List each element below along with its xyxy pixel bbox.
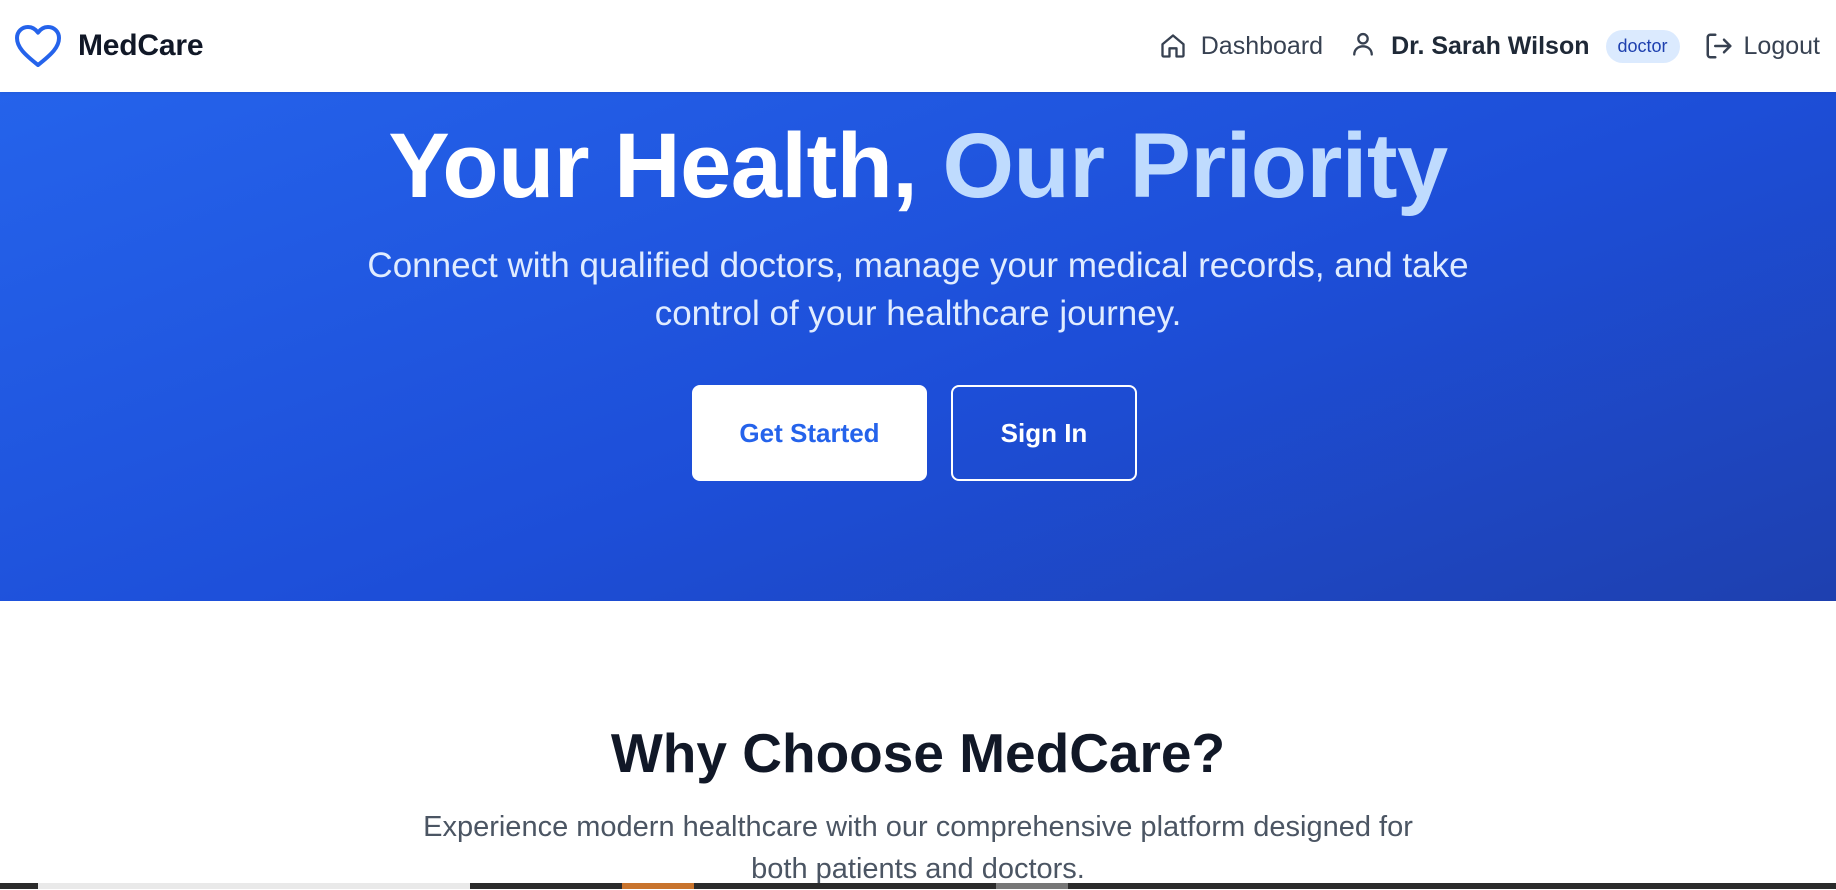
logout-label: Logout (1743, 31, 1820, 60)
nav-menu: Dashboard Dr. Sarah Wilson doctor Logout (1159, 29, 1820, 63)
taskbar-segment (996, 883, 1068, 889)
hero-section: Your Health, Our Priority Connect with q… (0, 92, 1836, 601)
get-started-button[interactable]: Get Started (692, 385, 927, 481)
role-badge: doctor (1605, 29, 1680, 63)
taskbar-edge (0, 883, 1836, 889)
user-profile[interactable]: Dr. Sarah Wilson doctor (1349, 29, 1680, 63)
hero-subtitle: Connect with qualified doctors, manage y… (367, 246, 1469, 333)
taskbar-segment (38, 883, 470, 889)
sign-in-button[interactable]: Sign In (951, 385, 1137, 481)
user-name: Dr. Sarah Wilson (1391, 31, 1590, 60)
nav-dashboard-link[interactable]: Dashboard (1159, 32, 1323, 61)
logout-button[interactable]: Logout (1704, 31, 1820, 61)
hero-title: Your Health, Our Priority (0, 114, 1836, 220)
hero-title-main: Your Health, (388, 115, 943, 217)
home-icon (1159, 32, 1187, 60)
hero-title-accent: Our Priority (942, 115, 1448, 217)
brand-logo-link[interactable]: MedCare (14, 24, 204, 68)
taskbar-segment (622, 883, 694, 889)
features-title: Why Choose MedCare? (610, 722, 1226, 784)
top-navbar: MedCare Dashboard Dr. Sarah Wilson docto… (0, 0, 1836, 92)
nav-dashboard-label: Dashboard (1200, 31, 1324, 60)
brand-name: MedCare (78, 29, 204, 62)
user-icon (1349, 30, 1377, 63)
logout-icon (1704, 31, 1734, 61)
heart-icon (14, 24, 62, 68)
features-subtitle: Experience modern healthcare with our co… (423, 811, 1413, 885)
